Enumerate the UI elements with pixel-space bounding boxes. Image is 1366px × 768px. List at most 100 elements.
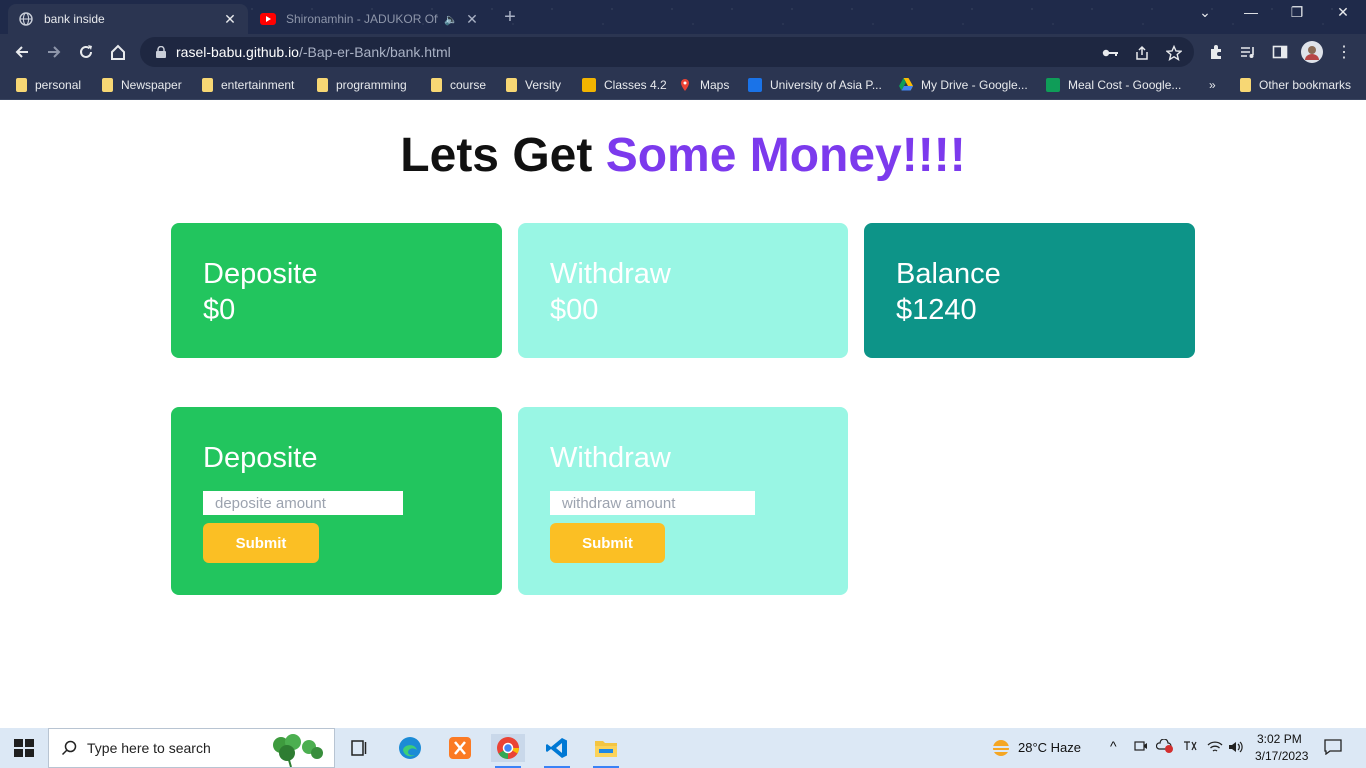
bookmark-label: personal: [35, 78, 82, 92]
bookmarks-overflow-button[interactable]: »: [1209, 76, 1216, 94]
minimize-button[interactable]: —: [1239, 4, 1263, 20]
tab-title: Shironamhin - JADUKOR Offi: [286, 12, 439, 26]
weather-icon[interactable]: [984, 734, 1018, 762]
side-panel-icon[interactable]: [1268, 40, 1292, 64]
balance-summary-label: Balance: [896, 258, 1001, 290]
media-control-icon[interactable]: [1236, 40, 1260, 64]
bookmark-entertainment[interactable]: entertainment: [202, 76, 294, 94]
tab-strip: bank inside ✕ Shironamhin - JADUKOR Offi…: [0, 0, 1366, 34]
close-tab-icon[interactable]: ✕: [464, 11, 480, 28]
share-icon[interactable]: [1132, 43, 1152, 63]
deposit-summary-label: Deposite: [203, 258, 318, 290]
home-icon[interactable]: [106, 40, 130, 64]
bookmark-my-drive[interactable]: My Drive - Google...: [899, 76, 1028, 94]
vscode-icon[interactable]: [540, 734, 574, 768]
close-window-button[interactable]: ✕: [1331, 4, 1355, 21]
lock-icon[interactable]: [156, 46, 166, 58]
withdraw-form-label: Withdraw: [550, 442, 671, 474]
folder-icon: [16, 78, 27, 92]
other-bookmarks[interactable]: Other bookmarks: [1240, 76, 1351, 94]
bookmark-label: Versity: [525, 78, 562, 92]
bookmark-versity[interactable]: Versity: [506, 76, 561, 94]
withdraw-summary-card: Withdraw $00: [518, 223, 848, 358]
onedrive-error-icon[interactable]: [1155, 738, 1174, 756]
folder-icon: [1240, 78, 1251, 92]
chevron-up-icon[interactable]: ^: [1110, 738, 1117, 754]
tab-bank-inside[interactable]: bank inside ✕: [8, 4, 248, 34]
taskbar-search[interactable]: Type here to search: [48, 728, 335, 768]
clock-time[interactable]: 3:02 PM: [1257, 732, 1302, 746]
tab-search-icon[interactable]: ⌄: [1193, 4, 1217, 21]
bookmark-label: Newspaper: [121, 78, 182, 92]
bookmark-label: course: [450, 78, 487, 92]
menu-icon[interactable]: ⋮: [1332, 40, 1356, 64]
input-method-icon[interactable]: [1182, 740, 1198, 755]
star-icon[interactable]: [1164, 43, 1184, 63]
deposit-summary-card: Deposite $0: [171, 223, 502, 358]
reload-icon[interactable]: [74, 40, 98, 64]
clock-date[interactable]: 3/17/2023: [1255, 749, 1308, 763]
bookmark-programming[interactable]: programming: [317, 76, 407, 94]
folder-icon: [102, 78, 113, 92]
bookmarks-bar: personal Newspaper entertainment program…: [0, 70, 1366, 100]
globe-icon: [18, 11, 34, 27]
xampp-icon[interactable]: [443, 734, 477, 762]
bookmark-label: Meal Cost - Google...: [1068, 78, 1182, 92]
key-icon[interactable]: [1100, 43, 1120, 63]
folder-icon: [202, 78, 213, 92]
volume-icon[interactable]: [1228, 740, 1244, 757]
bookmark-label: Maps: [700, 78, 730, 92]
address-bar[interactable]: rasel-babu.github.io /-Bap-er-Bank/bank.…: [140, 37, 1194, 67]
weather-text[interactable]: 28°C Haze: [1018, 740, 1081, 755]
bookmark-personal[interactable]: personal: [16, 76, 81, 94]
search-icon: [61, 740, 77, 756]
balance-summary-card: Balance $1240: [864, 223, 1195, 358]
extensions-icon[interactable]: [1204, 40, 1228, 64]
close-tab-icon[interactable]: ✕: [222, 11, 238, 28]
sheets-icon: [1046, 78, 1060, 92]
withdraw-total: $00: [550, 294, 599, 326]
tab-shironamhin[interactable]: Shironamhin - JADUKOR Offi 🔈 ✕: [252, 4, 488, 34]
bookmark-label: entertainment: [221, 78, 295, 92]
folder-icon: [317, 78, 328, 92]
wifi-icon[interactable]: [1207, 740, 1223, 757]
title-plain: Lets Get: [400, 129, 606, 182]
balance-total: $1240: [896, 294, 977, 326]
meet-icon[interactable]: [1134, 739, 1148, 756]
folder-icon: [431, 78, 442, 92]
title-accent: Some Money!!!!: [605, 129, 966, 182]
windows-start-icon[interactable]: [14, 739, 34, 757]
bookmark-university[interactable]: University of Asia P...: [748, 76, 882, 94]
youtube-icon: [260, 11, 276, 27]
notifications-icon[interactable]: [1324, 739, 1342, 758]
chrome-icon[interactable]: [491, 734, 525, 768]
bookmark-label: My Drive - Google...: [921, 78, 1028, 92]
classroom-icon: [582, 78, 596, 92]
speaker-icon[interactable]: 🔈: [444, 13, 458, 26]
bookmark-classes[interactable]: Classes 4.2: [582, 76, 667, 94]
profile-avatar[interactable]: [1300, 40, 1324, 64]
withdraw-amount-input[interactable]: [550, 491, 755, 515]
browser-toolbar: rasel-babu.github.io /-Bap-er-Bank/bank.…: [0, 34, 1366, 70]
restore-button[interactable]: ❐: [1285, 4, 1309, 21]
clover-icon: [265, 733, 327, 768]
edge-icon[interactable]: [393, 734, 427, 762]
task-view-icon[interactable]: [343, 734, 377, 762]
deposit-amount-input[interactable]: [203, 491, 403, 515]
url-path: /-Bap-er-Bank/bank.html: [298, 44, 451, 60]
overflow-label: »: [1209, 78, 1216, 92]
forward-icon[interactable]: [42, 40, 66, 64]
url-host: rasel-babu.github.io: [176, 44, 299, 60]
deposit-form-label: Deposite: [203, 442, 318, 474]
bookmark-maps[interactable]: Maps: [678, 76, 729, 94]
bookmark-meal-cost[interactable]: Meal Cost - Google...: [1046, 76, 1181, 94]
new-tab-button[interactable]: +: [500, 6, 520, 29]
bookmark-newspaper[interactable]: Newspaper: [102, 76, 182, 94]
file-explorer-icon[interactable]: [589, 734, 623, 768]
withdraw-form-card: Withdraw Submit: [518, 407, 848, 595]
maps-icon: [678, 78, 692, 92]
withdraw-submit-button[interactable]: Submit: [550, 523, 665, 563]
back-icon[interactable]: [10, 40, 34, 64]
bookmark-course[interactable]: course: [431, 76, 486, 94]
deposit-submit-button[interactable]: Submit: [203, 523, 319, 563]
